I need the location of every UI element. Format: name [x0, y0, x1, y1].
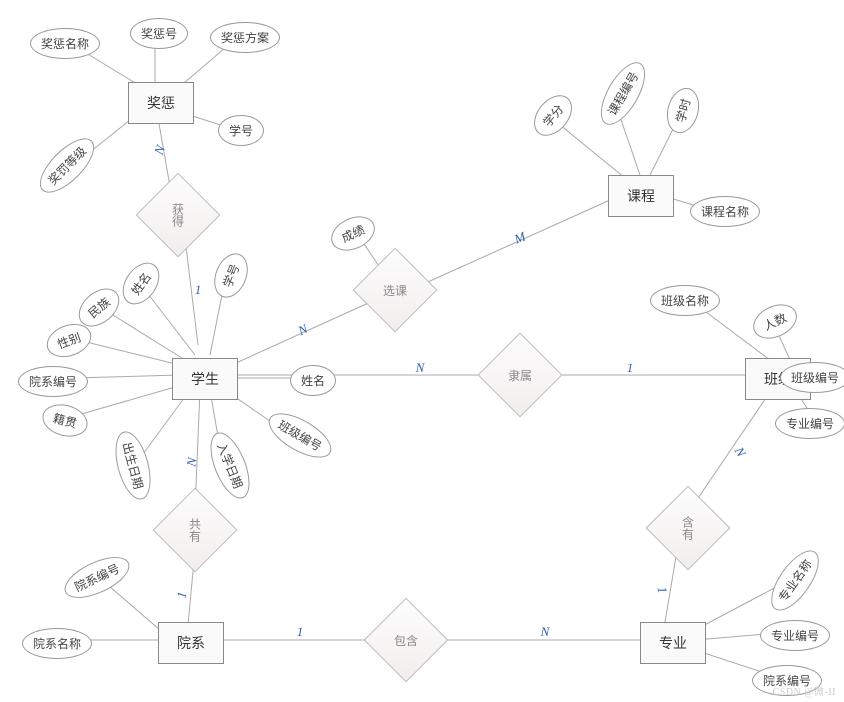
- attr-reward-no: 奖惩号: [130, 18, 188, 49]
- attr-student-enroll: 入学日期: [203, 427, 258, 504]
- attr-student-birth: 出生日期: [109, 428, 157, 504]
- card-inc2-1: 1: [297, 624, 304, 640]
- card-select-m: M: [512, 229, 528, 248]
- entity-course: 课程: [608, 175, 674, 217]
- attr-dept-name: 院系名称: [22, 628, 92, 659]
- attr-major-name: 专业名称: [762, 543, 828, 618]
- connector-lines: [0, 0, 844, 702]
- attr-student-name: 姓名: [115, 256, 167, 311]
- card-gain-1: 1: [195, 282, 202, 298]
- attr-reward-level: 奖罚等级: [31, 130, 102, 201]
- attr-course-name: 课程名称: [690, 196, 760, 227]
- card-have-1: 1: [174, 590, 191, 599]
- attr-class-majorcode: 专业编号: [775, 408, 844, 439]
- card-select-n: N: [296, 321, 311, 339]
- attr-select-grade: 成绩: [326, 210, 381, 258]
- attr-course-hours: 学时: [662, 84, 704, 136]
- card-gain-n: N: [151, 143, 169, 157]
- attr-reward-name: 奖惩名称: [30, 28, 100, 59]
- entity-major: 专业: [640, 622, 706, 664]
- attr-student-origin: 籍贯: [39, 400, 91, 442]
- attr-course-code: 课程编号: [592, 55, 654, 131]
- attr-major-code: 专业编号: [760, 620, 830, 651]
- attr-reward-sid: 学号: [218, 115, 264, 146]
- attr-class-code: 班级编号: [780, 362, 844, 393]
- attr-student-classcode: 班级编号: [262, 405, 338, 467]
- rel-have: 共有: [153, 488, 238, 573]
- attr-course-credit: 学分: [526, 88, 579, 143]
- card-inc2-n: N: [541, 624, 550, 640]
- card-have-n: N: [183, 456, 200, 467]
- card-inc1-1: 1: [654, 585, 671, 594]
- entity-student: 学生: [172, 358, 238, 400]
- watermark: CSDN @微-II: [773, 683, 836, 698]
- card-belong-1: 1: [627, 360, 634, 376]
- attr-student-sid: 学号: [208, 248, 254, 302]
- attr-class-count: 人数: [748, 298, 803, 346]
- attr-class-name: 班级名称: [650, 285, 720, 316]
- rel-belong: 隶属: [478, 333, 563, 418]
- attr-student-deptcode: 院系编号: [18, 366, 88, 397]
- rel-gain: 获得: [136, 173, 221, 258]
- attr-student-name2: 姓名: [290, 365, 336, 396]
- card-belong-n: N: [416, 360, 425, 376]
- attr-dept-code: 院系编号: [59, 549, 136, 607]
- rel-select: 选课: [353, 248, 438, 333]
- attr-reward-plan: 奖惩方案: [210, 22, 280, 53]
- entity-dept: 院系: [158, 622, 224, 664]
- card-inc1-n: N: [731, 444, 749, 460]
- rel-inc2: 包含: [364, 598, 449, 683]
- rel-inc1: 含有: [646, 486, 731, 571]
- entity-reward: 奖惩: [128, 82, 194, 124]
